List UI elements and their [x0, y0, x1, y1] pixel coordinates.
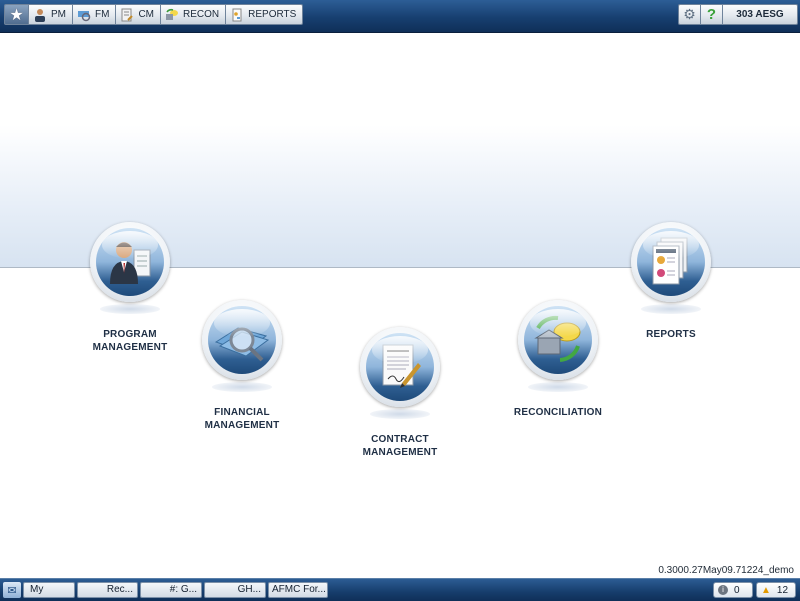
reports-button[interactable]: REPORTS — [225, 4, 304, 25]
taskbar: ✉ My Rec... #: G... GH... AFMC For... i … — [0, 578, 800, 601]
version-label: 0.3000.27May09.71224_demo — [658, 565, 794, 576]
gear-icon: ⚙ — [683, 6, 696, 22]
reconciliation-label: RECONCILIATION — [513, 407, 603, 418]
taskbar-item-my[interactable]: My — [23, 582, 75, 598]
settings-button[interactable]: ⚙ — [678, 4, 700, 25]
recon-button[interactable]: RECON — [160, 4, 226, 25]
warning-count-badge[interactable]: ▲ 12 — [756, 582, 796, 598]
help-icon: ? — [706, 6, 717, 23]
reports-module-label: REPORTS — [646, 329, 696, 340]
help-button[interactable]: ? — [700, 4, 722, 25]
reports-stack-icon — [652, 237, 688, 285]
module-financial-management[interactable]: FINANCIAL MANAGEMENT — [172, 300, 312, 432]
financial-management-label: FINANCIAL MANAGEMENT — [204, 407, 280, 431]
star-icon: ★ — [9, 6, 24, 24]
unit-label: 303 AESG — [736, 9, 784, 20]
info-icon: i — [718, 585, 728, 595]
recon-icon — [166, 8, 179, 20]
contract-management-button[interactable] — [360, 327, 440, 407]
taskbar-item-afmc[interactable]: AFMC For... — [268, 582, 328, 598]
recon-cycle-icon — [534, 315, 581, 362]
contract-management-label: CONTRACT MANAGEMENT — [362, 434, 438, 458]
fm-button[interactable]: FM — [72, 4, 116, 25]
module-reports[interactable]: REPORTS — [601, 222, 741, 341]
manager-icon — [110, 242, 151, 284]
module-nav: ★ PM FM CM RECON REPORTS — [4, 4, 304, 27]
financial-management-button[interactable] — [202, 300, 282, 380]
fm-label: FM — [95, 9, 110, 20]
mail-icon: ✉ — [7, 584, 17, 597]
contract-pen-icon — [382, 344, 421, 388]
cm-label: CM — [138, 9, 155, 20]
reconciliation-button[interactable] — [518, 300, 598, 380]
taskbar-item-rec[interactable]: Rec... — [77, 582, 138, 598]
money-icon — [78, 10, 91, 21]
top-toolbar: ★ PM FM CM RECON REPORTS ⚙ ? 303 AESG — [0, 0, 800, 33]
contract-icon — [121, 8, 134, 21]
person-icon — [35, 8, 45, 22]
reports-label: REPORTS — [248, 9, 297, 20]
favorites-button[interactable]: ★ — [4, 4, 28, 25]
report-icon — [232, 8, 242, 21]
warning-count: 12 — [776, 584, 789, 596]
cm-button[interactable]: CM — [115, 4, 161, 25]
pm-button[interactable]: PM — [28, 4, 72, 25]
module-contract-management[interactable]: CONTRACT MANAGEMENT — [330, 327, 470, 459]
info-count: 0 — [734, 584, 740, 596]
taskbar-item-gh[interactable]: GH... — [204, 582, 266, 598]
unit-selector-button[interactable]: 303 AESG — [722, 4, 798, 25]
pm-label: PM — [51, 9, 66, 20]
taskbar-item-g[interactable]: #: G... — [140, 582, 202, 598]
info-count-badge[interactable]: i 0 — [713, 582, 753, 598]
warning-icon: ▲ — [761, 584, 771, 596]
program-management-button[interactable] — [90, 222, 170, 302]
start-button[interactable]: ✉ — [3, 582, 21, 598]
utility-nav: ⚙ ? 303 AESG — [678, 4, 798, 27]
reports-module-button[interactable] — [631, 222, 711, 302]
magnifier-money-icon — [214, 327, 270, 362]
recon-label: RECON — [183, 9, 220, 20]
